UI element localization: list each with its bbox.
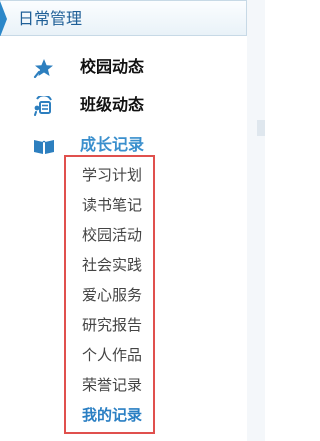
right-scroll-gutter	[247, 0, 265, 441]
growth-record-submenu: 学习计划 读书笔记 校园活动 社会实践 爱心服务 研究报告 个人作品 荣誉记录 …	[64, 155, 155, 434]
submenu-item-reading-notes[interactable]: 读书笔记	[82, 193, 142, 217]
submenu-item-my-records[interactable]: 我的记录	[82, 403, 142, 427]
gutter-tick	[257, 120, 265, 136]
submenu-item-personal-works[interactable]: 个人作品	[82, 343, 142, 367]
submenu-item-research-report[interactable]: 研究报告	[82, 313, 142, 337]
star-pin-icon	[33, 58, 55, 79]
nav-item-class-news[interactable]: 班级动态	[0, 90, 247, 120]
nav-item-label: 校园动态	[80, 57, 145, 76]
nav-item-label: 班级动态	[80, 95, 145, 114]
section-header[interactable]: 日常管理	[0, 0, 247, 37]
submenu-item-honor-records[interactable]: 荣誉记录	[82, 373, 142, 397]
submenu-item-social-practice[interactable]: 社会实践	[82, 253, 142, 277]
section-title: 日常管理	[18, 9, 83, 28]
open-book-icon	[33, 136, 55, 156]
submenu-item-campus-activities[interactable]: 校园活动	[82, 223, 142, 247]
class-dynamics-icon	[33, 94, 55, 116]
submenu-item-volunteer-service[interactable]: 爱心服务	[82, 283, 142, 307]
nav-item-campus-news[interactable]: 校园动态	[0, 52, 247, 82]
submenu-item-study-plan[interactable]: 学习计划	[82, 163, 142, 187]
header-accent-marker	[0, 1, 7, 37]
